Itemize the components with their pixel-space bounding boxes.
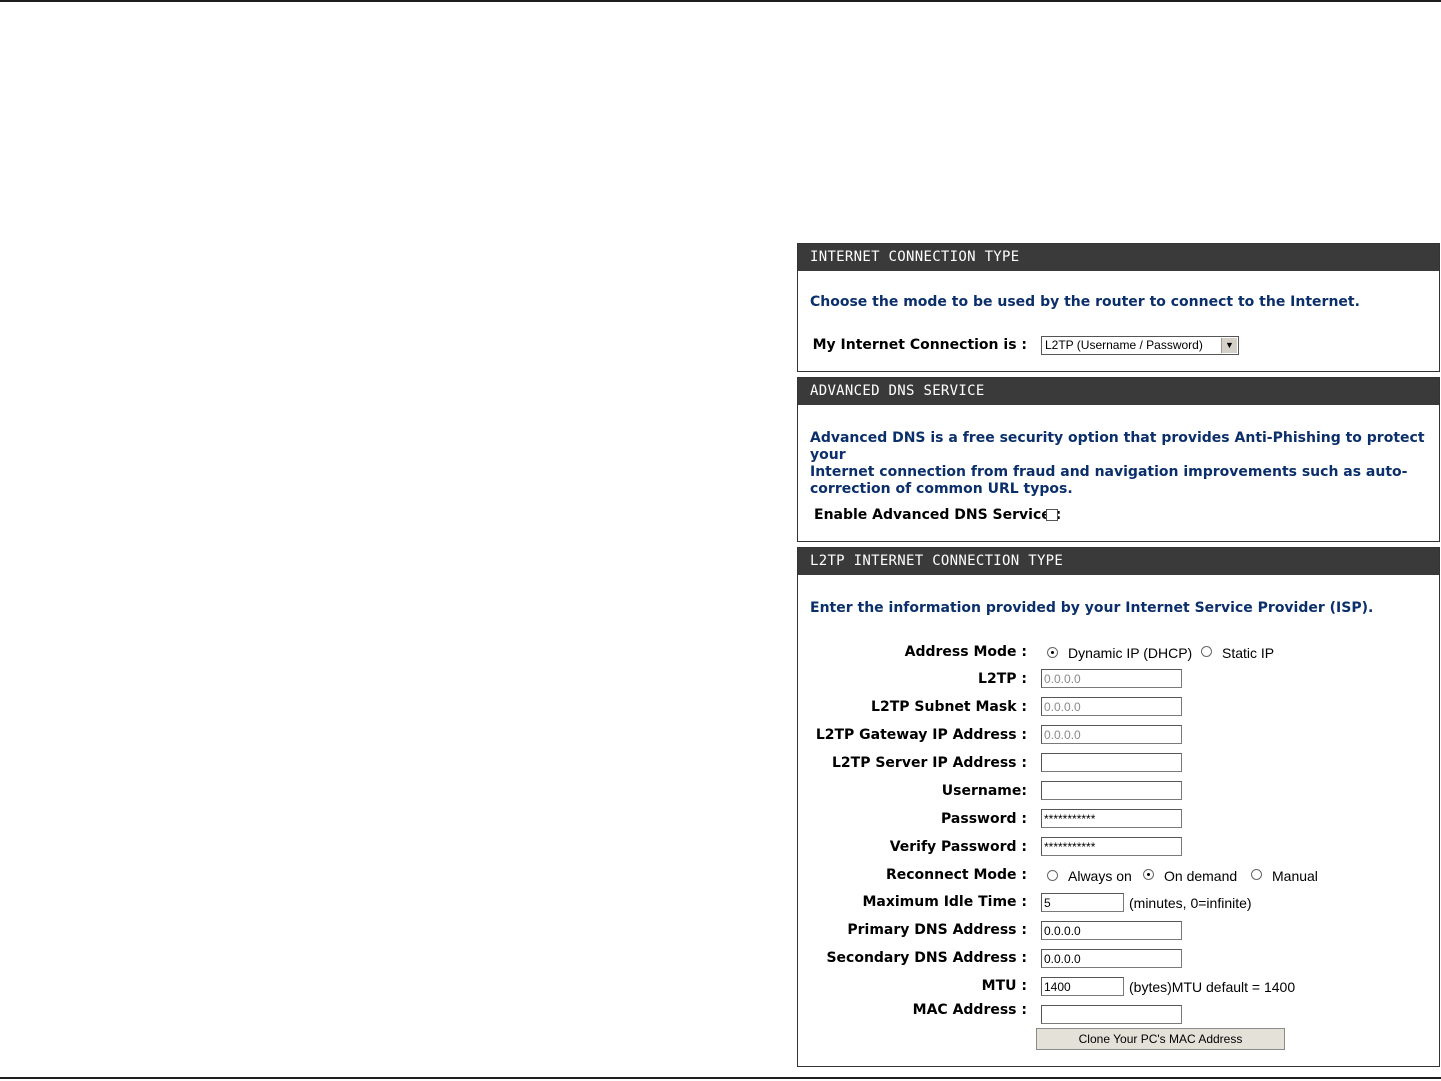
l2tp-ip-input[interactable]: 0.0.0.0: [1041, 669, 1182, 688]
reconnect-always-on-radio[interactable]: [1047, 870, 1058, 881]
password-label: Password :: [941, 811, 1027, 827]
connection-type-select[interactable]: L2TP (Username / Password) ▼: [1041, 336, 1239, 355]
idle-time-hint: (minutes, 0=infinite): [1129, 895, 1252, 911]
connection-type-label: My Internet Connection is :: [812, 337, 1027, 353]
enable-advanced-dns-checkbox[interactable]: [1046, 509, 1058, 521]
mtu-input[interactable]: 1400: [1041, 977, 1124, 996]
clone-mac-button[interactable]: Clone Your PC's MAC Address: [1036, 1028, 1285, 1050]
reconnect-mode-label: Reconnect Mode :: [885, 867, 1027, 883]
secondary-dns-label: Secondary DNS Address :: [826, 950, 1027, 966]
advanced-dns-header: ADVANCED DNS SERVICE: [798, 378, 1439, 405]
advanced-dns-panel: ADVANCED DNS SERVICE Advanced DNS is a f…: [797, 377, 1440, 542]
connection-type-value: L2TP (Username / Password): [1045, 338, 1203, 352]
reconnect-on-demand-radio[interactable]: [1143, 869, 1154, 880]
primary-dns-input[interactable]: 0.0.0.0: [1041, 921, 1182, 940]
bottom-rule: [0, 1077, 1441, 1079]
l2tp-gateway-label: L2TP Gateway IP Address :: [815, 727, 1027, 743]
mtu-label: MTU :: [981, 978, 1027, 994]
l2tp-ip-label: L2TP :: [978, 671, 1027, 687]
idle-time-input[interactable]: 5: [1041, 893, 1124, 912]
verify-password-input[interactable]: ***********: [1041, 837, 1182, 856]
mtu-hint: (bytes)MTU default = 1400: [1129, 979, 1296, 995]
l2tp-intro: Enter the information provided by your I…: [810, 600, 1374, 616]
advanced-dns-intro: Advanced DNS is a free security option t…: [810, 430, 1439, 498]
reconnect-manual-radio[interactable]: [1251, 869, 1262, 880]
advanced-dns-intro-line1: Advanced DNS is a free security option t…: [810, 430, 1425, 463]
l2tp-subnet-input[interactable]: 0.0.0.0: [1041, 697, 1182, 716]
chevron-down-icon[interactable]: ▼: [1221, 338, 1237, 353]
idle-time-label: Maximum Idle Time :: [862, 894, 1027, 910]
address-mode-static-radio[interactable]: [1201, 646, 1212, 657]
l2tp-header: L2TP INTERNET CONNECTION TYPE: [798, 548, 1439, 575]
mac-address-label: MAC Address :: [912, 1002, 1027, 1018]
l2tp-server-label: L2TP Server IP Address :: [832, 755, 1027, 771]
username-input[interactable]: [1041, 781, 1182, 800]
address-mode-label: Address Mode :: [904, 644, 1027, 660]
mac-address-input[interactable]: [1041, 1005, 1182, 1024]
secondary-dns-input[interactable]: 0.0.0.0: [1041, 949, 1182, 968]
l2tp-panel: L2TP INTERNET CONNECTION TYPE Enter the …: [797, 547, 1440, 1067]
reconnect-always-on-label: Always on: [1068, 868, 1132, 884]
internet-connection-panel: INTERNET CONNECTION TYPE Choose the mode…: [797, 243, 1440, 372]
address-mode-static-label: Static IP: [1222, 645, 1275, 661]
advanced-dns-intro-line3: correction of common URL typos.: [810, 481, 1073, 497]
internet-connection-intro: Choose the mode to be used by the router…: [810, 294, 1360, 310]
enable-advanced-dns-label: Enable Advanced DNS Service :: [814, 507, 1062, 523]
reconnect-on-demand-label: On demand: [1164, 868, 1238, 884]
reconnect-manual-label: Manual: [1272, 868, 1318, 884]
username-label: Username:: [941, 783, 1027, 799]
top-rule: [0, 0, 1441, 2]
verify-password-label: Verify Password :: [889, 839, 1027, 855]
address-mode-dynamic-label: Dynamic IP (DHCP): [1068, 645, 1193, 661]
advanced-dns-intro-line2: Internet connection from fraud and navig…: [810, 464, 1408, 480]
l2tp-gateway-input[interactable]: 0.0.0.0: [1041, 725, 1182, 744]
address-mode-dynamic-radio[interactable]: [1047, 647, 1058, 658]
l2tp-server-input[interactable]: [1041, 753, 1182, 772]
l2tp-subnet-label: L2TP Subnet Mask :: [871, 699, 1027, 715]
internet-connection-header: INTERNET CONNECTION TYPE: [798, 244, 1439, 271]
primary-dns-label: Primary DNS Address :: [847, 922, 1027, 938]
password-input[interactable]: ***********: [1041, 809, 1182, 828]
